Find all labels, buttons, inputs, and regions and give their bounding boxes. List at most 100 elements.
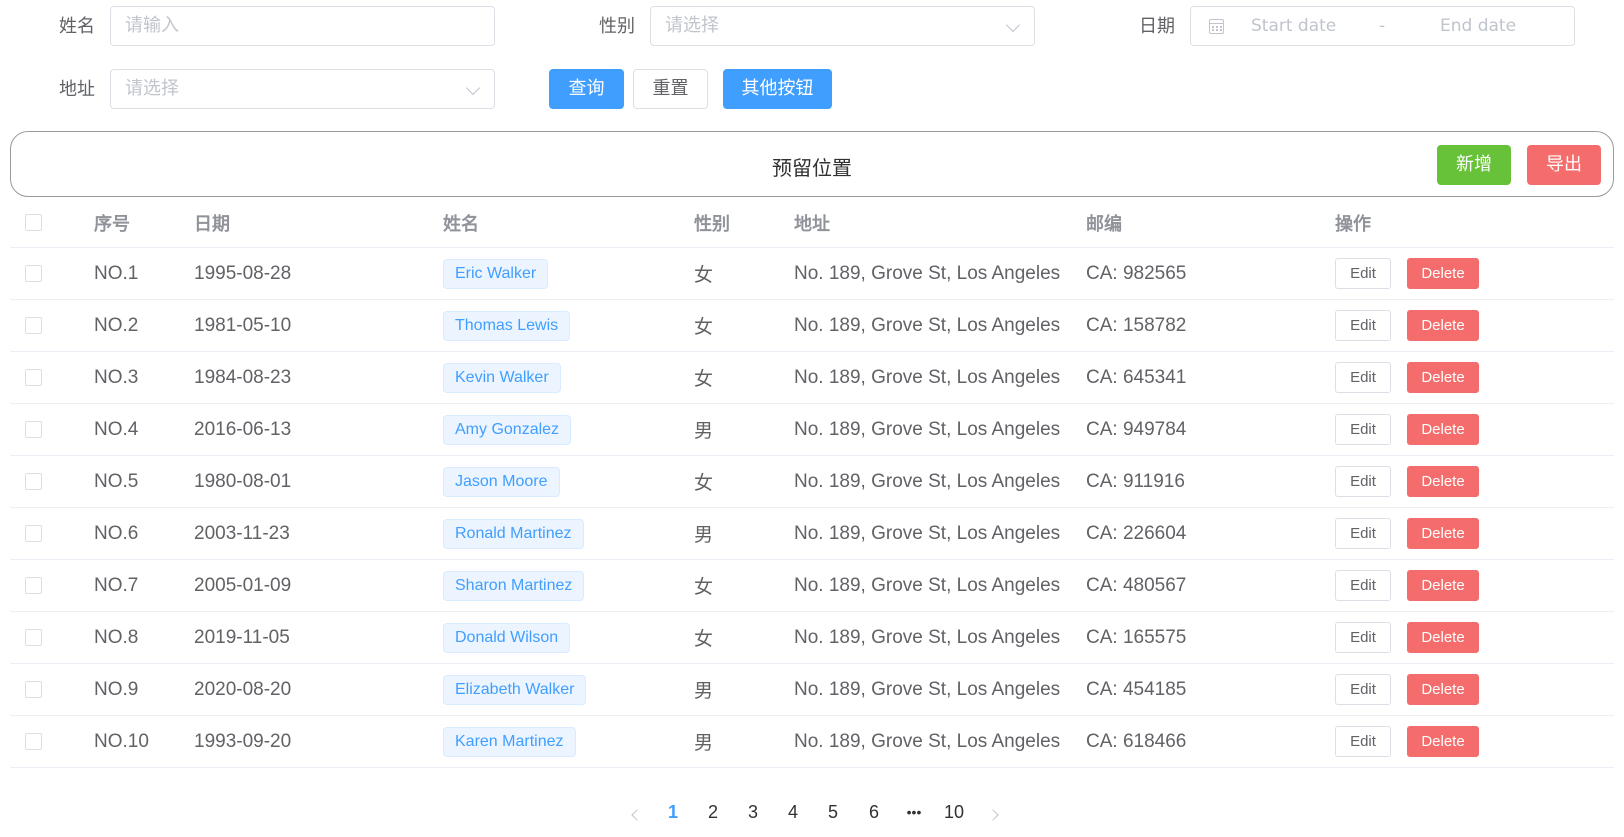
header-gender: 性别 [694, 213, 730, 235]
row-checkbox[interactable] [25, 369, 42, 386]
cell-date: 1981-05-10 [194, 314, 292, 336]
address-label: 地址 [59, 79, 95, 99]
date-separator: - [1379, 16, 1386, 36]
row-checkbox[interactable] [25, 733, 42, 750]
cell-address: No. 189, Grove St, Los Angeles [794, 626, 1061, 648]
export-button[interactable]: 导出 [1527, 145, 1601, 185]
table-body: NO.1 1995-08-28 Eric Walker 女 No. 189, Grove… [10, 248, 1614, 768]
cell-gender: 女 [694, 265, 714, 286]
delete-button[interactable]: Delete [1407, 414, 1479, 445]
name-input[interactable]: 请输入 [110, 6, 495, 46]
table-row: NO.2 1981-05-10 Thomas Lewis 女 No. 189, Grov… [10, 300, 1614, 352]
next-page-icon[interactable] [987, 809, 999, 821]
table-row: NO.6 2003-11-23 Ronald Martinez 男 No. 189, G… [10, 508, 1614, 560]
header-name: 姓名 [443, 213, 479, 235]
page-2[interactable]: 2 [698, 802, 728, 823]
pagination: 1 2 3 4 5 6 ••• 10 [0, 802, 1624, 832]
date-range-picker[interactable]: Start date - End date [1190, 6, 1575, 46]
name-tag: Jason Moore [443, 466, 560, 497]
toolbar-title: 预留位置 [772, 156, 852, 180]
cell-zip: CA: 949784 [1086, 418, 1187, 440]
row-checkbox[interactable] [25, 577, 42, 594]
cell-zip: CA: 982565 [1086, 262, 1187, 284]
edit-button[interactable]: Edit [1335, 622, 1391, 653]
cell-no: NO.2 [94, 314, 139, 336]
edit-button[interactable]: Edit [1335, 674, 1391, 705]
table-row: NO.7 2005-01-09 Sharon Martinez 女 No. 189, G… [10, 560, 1614, 612]
edit-button[interactable]: Edit [1335, 570, 1391, 601]
row-checkbox[interactable] [25, 525, 42, 542]
cell-address: No. 189, Grove St, Los Angeles [794, 314, 1061, 336]
page-1[interactable]: 1 [658, 802, 688, 823]
page-3[interactable]: 3 [738, 802, 768, 823]
calendar-icon [1209, 19, 1224, 34]
cell-address: No. 189, Grove St, Los Angeles [794, 470, 1061, 492]
name-tag: Donald Wilson [443, 622, 571, 653]
table-row: NO.1 1995-08-28 Eric Walker 女 No. 189, Grove… [10, 248, 1614, 300]
edit-button[interactable]: Edit [1335, 310, 1391, 341]
edit-button[interactable]: Edit [1335, 518, 1391, 549]
row-checkbox[interactable] [25, 421, 42, 438]
edit-button[interactable]: Edit [1335, 362, 1391, 393]
cell-address: No. 189, Grove St, Los Angeles [794, 678, 1061, 700]
page-4[interactable]: 4 [778, 802, 808, 823]
cell-gender: 女 [694, 577, 714, 598]
address-select[interactable]: 请选择 [110, 69, 495, 109]
name-tag: Elizabeth Walker [443, 674, 587, 705]
cell-no: NO.10 [94, 730, 149, 752]
prev-page-icon[interactable] [631, 809, 643, 821]
edit-button[interactable]: Edit [1335, 726, 1391, 757]
delete-button[interactable]: Delete [1407, 362, 1479, 393]
cell-gender: 女 [694, 629, 714, 650]
delete-button[interactable]: Delete [1407, 466, 1479, 497]
page-6[interactable]: 6 [859, 802, 889, 823]
delete-button[interactable]: Delete [1407, 310, 1479, 341]
header-address: 地址 [794, 213, 830, 235]
edit-button[interactable]: Edit [1335, 466, 1391, 497]
delete-button[interactable]: Delete [1407, 258, 1479, 289]
name-tag: Kevin Walker [443, 362, 561, 393]
cell-gender: 男 [694, 733, 714, 754]
cell-gender: 男 [694, 681, 714, 702]
name-label: 姓名 [59, 16, 95, 36]
page-5[interactable]: 5 [818, 802, 848, 823]
reset-button[interactable]: 重置 [633, 69, 708, 109]
delete-button[interactable]: Delete [1407, 570, 1479, 601]
cell-gender: 女 [694, 473, 714, 494]
name-input-placeholder: 请输入 [125, 15, 179, 36]
gender-label: 性别 [599, 16, 635, 36]
date-start-input[interactable]: Start date [1251, 7, 1336, 45]
row-checkbox[interactable] [25, 317, 42, 334]
chevron-down-icon [1005, 17, 1021, 33]
cell-address: No. 189, Grove St, Los Angeles [794, 418, 1061, 440]
query-button[interactable]: 查询 [549, 69, 624, 109]
other-button[interactable]: 其他按钮 [723, 69, 832, 109]
table-row: NO.3 1984-08-23 Kevin Walker 女 No. 189, Grov… [10, 352, 1614, 404]
delete-button[interactable]: Delete [1407, 674, 1479, 705]
add-button[interactable]: 新增 [1437, 145, 1511, 185]
cell-zip: CA: 645341 [1086, 366, 1187, 388]
cell-date: 2020-08-20 [194, 678, 292, 700]
edit-button[interactable]: Edit [1335, 258, 1391, 289]
delete-button[interactable]: Delete [1407, 518, 1479, 549]
more-pages-icon[interactable]: ••• [899, 802, 929, 822]
row-checkbox[interactable] [25, 681, 42, 698]
cell-date: 2019-11-05 [194, 626, 290, 648]
date-end-input[interactable]: End date [1440, 7, 1516, 45]
cell-address: No. 189, Grove St, Los Angeles [794, 730, 1061, 752]
row-checkbox[interactable] [25, 265, 42, 282]
select-all-checkbox[interactable] [25, 214, 42, 231]
name-tag: Eric Walker [443, 258, 549, 289]
delete-button[interactable]: Delete [1407, 726, 1479, 757]
cell-zip: CA: 158782 [1086, 314, 1187, 336]
row-checkbox[interactable] [25, 473, 42, 490]
header-no: 序号 [94, 213, 130, 235]
edit-button[interactable]: Edit [1335, 414, 1391, 445]
delete-button[interactable]: Delete [1407, 622, 1479, 653]
page-10[interactable]: 10 [939, 802, 969, 823]
cell-gender: 女 [694, 369, 714, 390]
gender-select[interactable]: 请选择 [650, 6, 1035, 46]
row-checkbox[interactable] [25, 629, 42, 646]
name-tag: Ronald Martinez [443, 518, 584, 549]
cell-date: 1980-08-01 [194, 470, 292, 492]
